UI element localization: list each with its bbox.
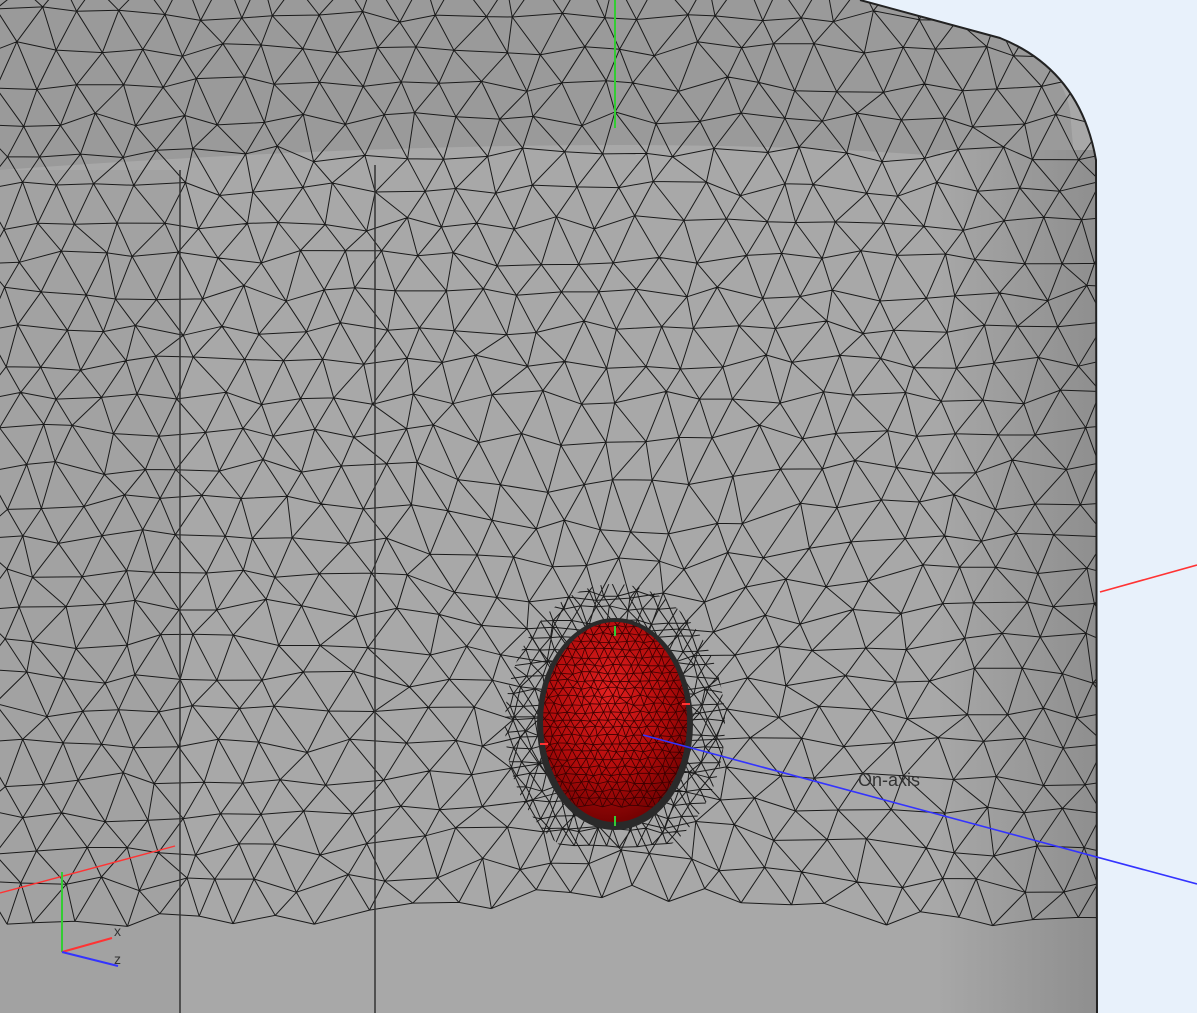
on-axis-label: On-axis: [858, 770, 920, 790]
model-box[interactable]: [0, 0, 1168, 1013]
model-scene[interactable]: On-axis x z: [0, 0, 1197, 1013]
graphics-viewport[interactable]: On-axis x z: [0, 0, 1197, 1013]
triad-x-label: x: [114, 923, 121, 939]
triad-z-label: z: [114, 951, 121, 967]
